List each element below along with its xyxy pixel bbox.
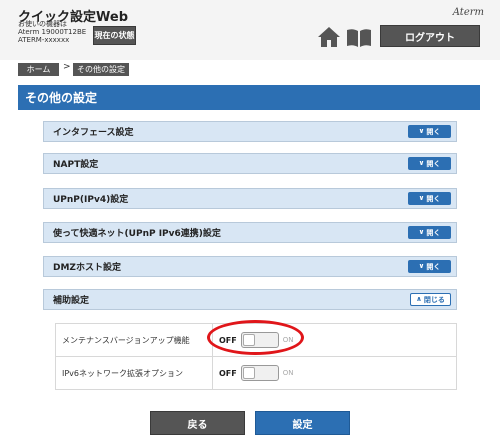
accordion-dmz-host-settings[interactable]: DMZホスト設定 ∨ 開く bbox=[43, 256, 457, 277]
accordion-label: インタフェース設定 bbox=[53, 128, 134, 138]
chevron-down-icon: ∨ bbox=[418, 127, 425, 135]
device-info-line-2: Aterm 19000T12BE bbox=[18, 28, 87, 36]
accordion-upnp-ipv6-settings[interactable]: 使って快適ネット(UPnP IPv6連携)設定 ∨ 開く bbox=[43, 222, 457, 243]
chevron-down-icon: ∨ bbox=[418, 262, 425, 270]
expand-button[interactable]: ∨ 開く bbox=[408, 157, 451, 170]
apply-settings-button[interactable]: 設定 bbox=[255, 411, 350, 435]
chevron-up-icon: ∧ bbox=[416, 295, 422, 303]
accordion-label: NAPT設定 bbox=[53, 160, 99, 170]
manual-book-icon[interactable] bbox=[346, 28, 372, 48]
chevron-down-icon: ∨ bbox=[418, 194, 425, 202]
accordion-label: DMZホスト設定 bbox=[53, 263, 121, 273]
accordion-label: 補助設定 bbox=[53, 296, 90, 306]
device-info-line-1: お使いの機器は bbox=[18, 20, 67, 28]
accordion-interface-settings[interactable]: インタフェース設定 ∨ 開く bbox=[43, 121, 457, 142]
expand-button[interactable]: ∨ 開く bbox=[408, 226, 451, 239]
collapse-button[interactable]: ∧ 閉じる bbox=[410, 293, 451, 306]
current-status-button[interactable]: 現在の状態 bbox=[93, 26, 136, 45]
logout-button[interactable]: ログアウト bbox=[380, 25, 480, 47]
brand-logo: Aterm bbox=[452, 7, 484, 18]
expand-button[interactable]: ∨ 開く bbox=[408, 260, 451, 273]
accordion-label: UPnP(IPv4)設定 bbox=[53, 195, 129, 205]
breadcrumb-home[interactable]: ホーム bbox=[18, 63, 59, 76]
home-icon[interactable] bbox=[317, 26, 341, 48]
accordion-napt-settings[interactable]: NAPT設定 ∨ 開く bbox=[43, 153, 457, 174]
page-title: その他の設定 bbox=[18, 85, 480, 110]
table-row: IPv6ネットワーク拡張オプション OFF ON bbox=[55, 356, 457, 390]
accordion-label: 使って快適ネット(UPnP IPv6連携)設定 bbox=[53, 229, 221, 239]
accordion-auxiliary-settings[interactable]: 補助設定 ∧ 閉じる bbox=[43, 289, 457, 310]
toggle-knob[interactable] bbox=[242, 367, 255, 379]
back-button[interactable]: 戻る bbox=[150, 411, 245, 435]
on-label: ON bbox=[282, 369, 294, 377]
breadcrumb-separator: > bbox=[63, 62, 71, 72]
off-label: OFF bbox=[219, 368, 237, 378]
breadcrumb-current: その他の設定 bbox=[73, 63, 129, 76]
highlight-annotation-ring bbox=[207, 320, 304, 355]
setting-name-ipv6-extension: IPv6ネットワーク拡張オプション bbox=[55, 356, 213, 390]
chevron-down-icon: ∨ bbox=[418, 159, 425, 167]
accordion-upnp-ipv4-settings[interactable]: UPnP(IPv4)設定 ∨ 開く bbox=[43, 188, 457, 209]
setting-name-maintenance-update: メンテナンスバージョンアップ機能 bbox=[55, 323, 213, 357]
chevron-down-icon: ∨ bbox=[418, 228, 425, 236]
expand-button[interactable]: ∨ 開く bbox=[408, 125, 451, 138]
expand-button[interactable]: ∨ 開く bbox=[408, 192, 451, 205]
ipv6-extension-toggle-group: OFF ON bbox=[219, 365, 456, 381]
header-bar: クイック設定Web お使いの機器は Aterm 19000T12BE ATERM… bbox=[0, 0, 500, 60]
ipv6-extension-toggle[interactable] bbox=[240, 365, 279, 381]
device-info-line-3: ATERM-xxxxxx bbox=[18, 36, 70, 44]
